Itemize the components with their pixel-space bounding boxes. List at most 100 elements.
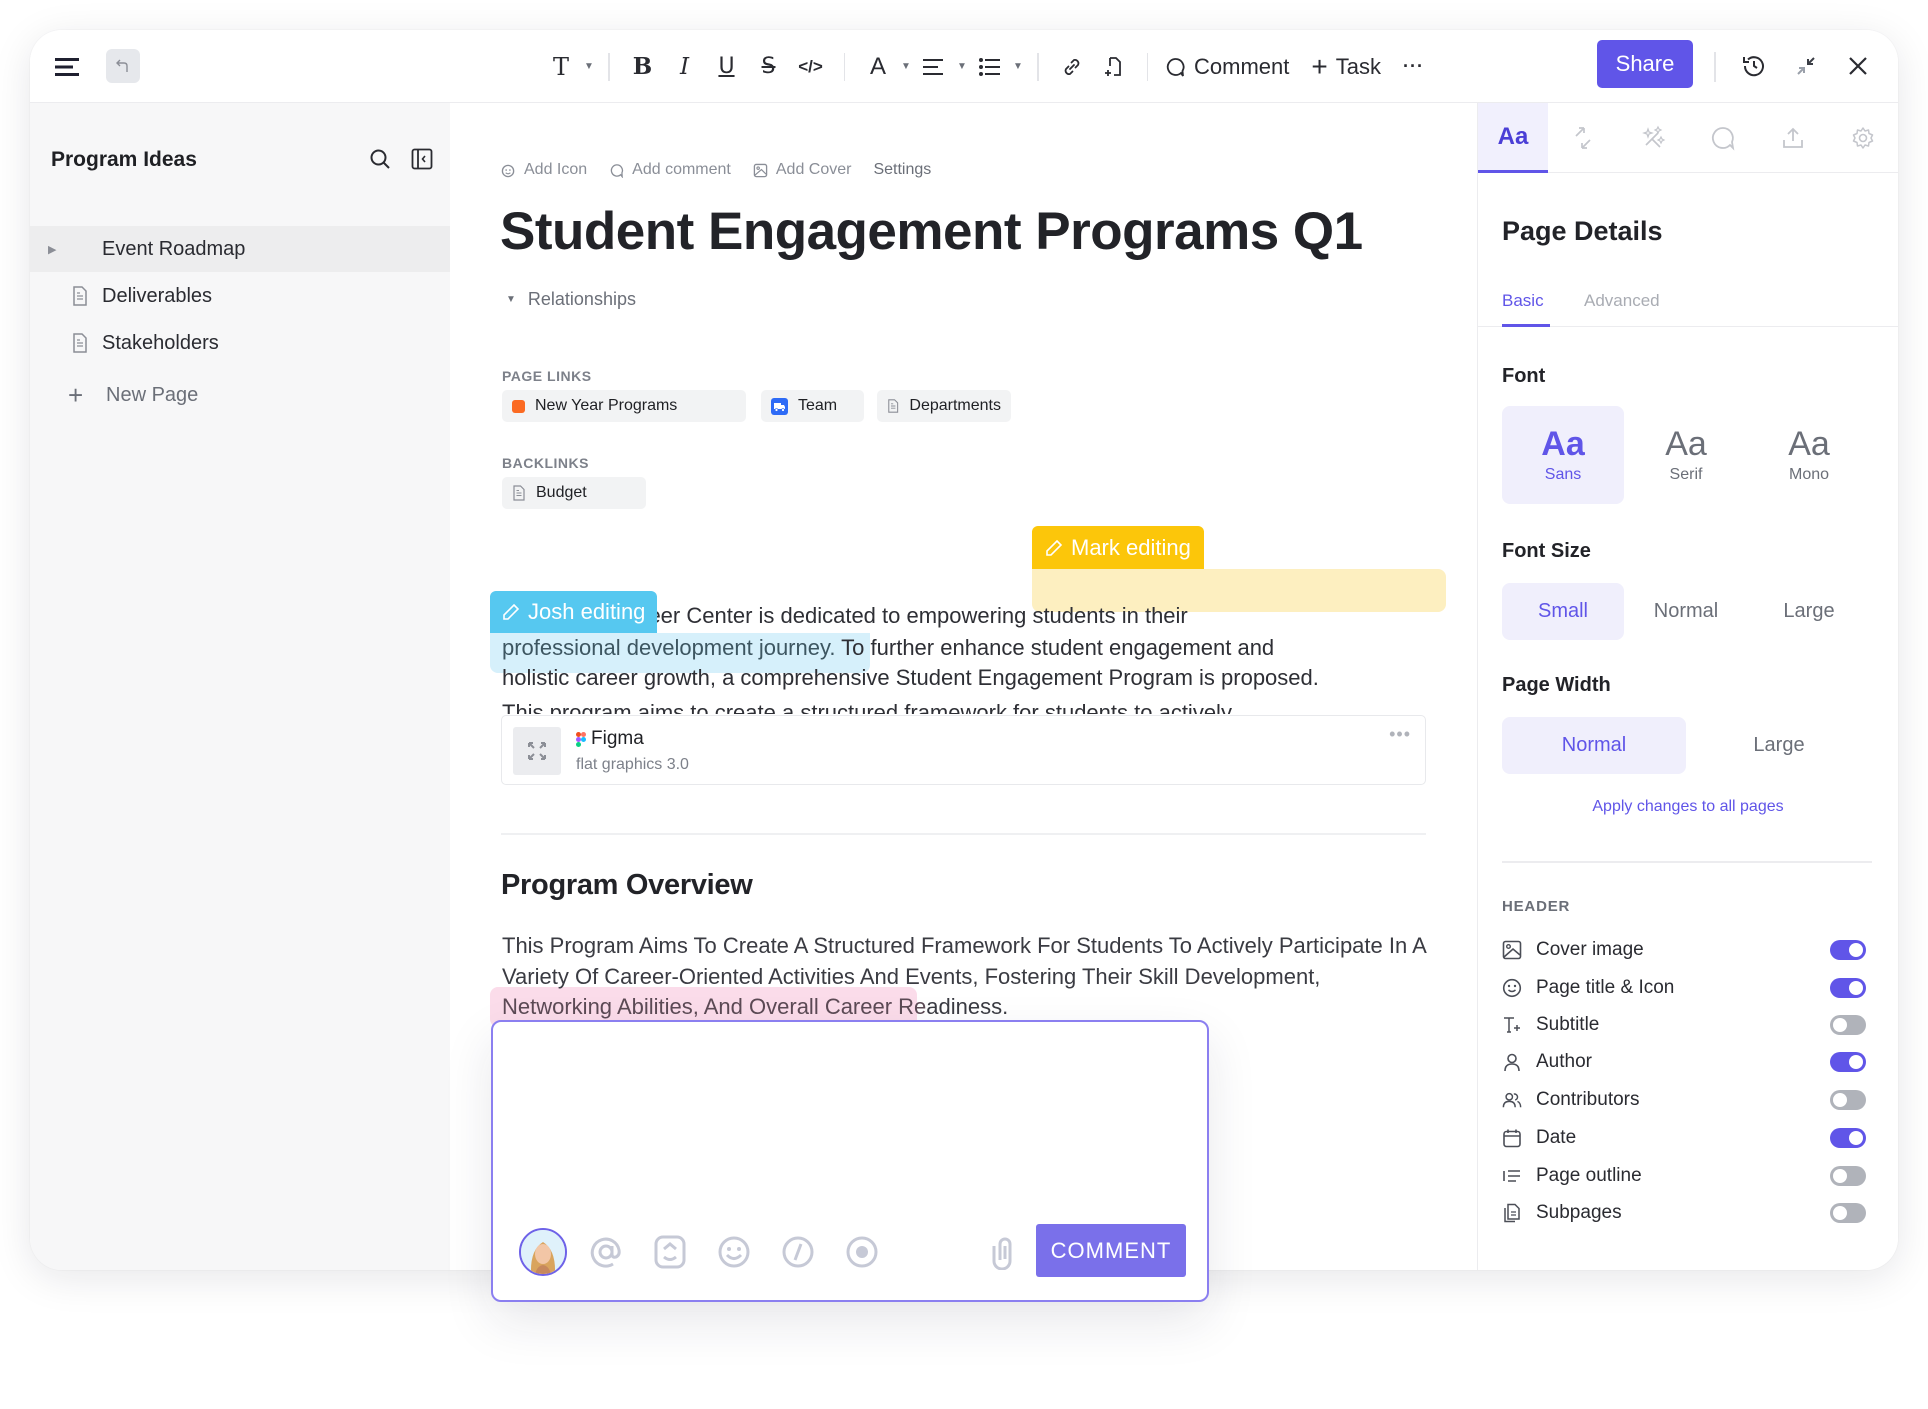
overview-line[interactable]: Variety Of Career-Oriented Activities An… [502,961,1320,992]
sidebar-item-stakeholders[interactable]: Stakeholders [30,320,450,366]
smiley-plus-icon [501,164,515,177]
add-task-button[interactable]: + Task [1311,52,1381,81]
toggle-switch[interactable] [1830,1166,1866,1186]
text-style-dropdown[interactable]: ▼ [582,61,596,72]
add-comment-button[interactable]: Add comment [609,161,731,179]
add-cover-button[interactable]: Add Cover [753,161,851,179]
font-color-button[interactable]: A [857,47,899,87]
avatar[interactable] [519,1228,567,1276]
emoji-button[interactable] [709,1227,759,1277]
overview-text: adiness. [926,994,1009,1019]
comment-input[interactable] [511,1036,1191,1206]
page-width-large[interactable]: Large [1687,717,1871,774]
add-icon-button[interactable]: Add Icon [501,161,587,179]
code-button[interactable]: </> [790,47,832,87]
paragraph-line[interactable]: holistic career growth, a comprehensive … [502,662,1319,693]
tab-settings[interactable] [1828,103,1898,173]
section-heading[interactable]: Program Overview [501,869,753,902]
toggle-switch[interactable] [1830,1128,1866,1148]
tab-text-format[interactable]: Aa [1478,103,1548,173]
page-width-normal[interactable]: Normal [1502,717,1686,774]
sidebar-collapse-icon [411,148,433,170]
record-button[interactable] [837,1227,887,1277]
tab-ai-magic[interactable] [1618,103,1688,173]
link-button[interactable] [1051,47,1093,87]
attach-button[interactable] [980,1227,1030,1277]
list-button[interactable] [969,47,1011,87]
strikethrough-button[interactable]: S [748,47,790,87]
divider [843,52,845,81]
page-link-new-year-programs[interactable]: New Year Programs [502,390,746,422]
list-dropdown[interactable]: ▼ [1011,61,1025,72]
minimize-button[interactable] [1788,48,1824,84]
expand-embed-button[interactable] [513,727,561,775]
page-settings-button[interactable]: Settings [873,161,931,179]
relationships-toggle[interactable]: ▼ Relationships [506,289,636,310]
tab-export[interactable] [1758,103,1828,173]
font-option-serif[interactable]: Aa Serif [1625,406,1747,504]
font-size-large[interactable]: Large [1748,583,1870,640]
history-icon [1743,56,1764,77]
backlink-budget[interactable]: Budget [502,477,646,509]
subtab-advanced[interactable]: Advanced [1584,291,1660,327]
text-style-button[interactable]: T [540,47,582,87]
close-button[interactable] [1840,48,1876,84]
sidebar-collapse-button[interactable] [408,145,436,173]
italic-button[interactable]: I [664,47,706,87]
toggle-switch[interactable] [1830,940,1866,960]
paragraph-line[interactable]: professional development journey. To fur… [502,632,1274,663]
apply-to-all-pages-link[interactable]: Apply changes to all pages [1478,798,1898,816]
page-link-team[interactable]: Team [761,390,864,422]
page-link-departments[interactable]: Departments [877,390,1011,422]
tab-comments[interactable] [1688,103,1758,173]
font-option-sans[interactable]: Aa Sans [1502,406,1624,504]
back-button[interactable] [106,49,140,83]
font-sample: Aa [1788,425,1830,463]
upload-button[interactable] [645,1227,695,1277]
font-name: Mono [1788,466,1830,483]
toggle-label: Page title & Icon [1536,977,1675,998]
overview-line[interactable]: Networking Abilities, And Overall Career… [502,991,1008,1022]
toggle-switch[interactable] [1830,1015,1866,1035]
insert-page-button[interactable] [1093,47,1135,87]
mention-button[interactable] [581,1227,631,1277]
comment-button[interactable]: Comment [1164,54,1289,80]
toggle-switch[interactable] [1830,1090,1866,1110]
align-button[interactable] [913,47,955,87]
team-icon [771,397,788,415]
bold-button[interactable]: B [622,47,664,87]
ellipsis-icon: ··· [1402,56,1424,76]
page-link-label: Departments [909,397,1001,414]
figma-embed-card[interactable]: Figma flat graphics 3.0 ••• [501,715,1426,785]
close-icon [1849,57,1867,75]
toggle-switch[interactable] [1830,1203,1866,1223]
more-options-button[interactable]: ··· [1403,56,1424,77]
font-size-small[interactable]: Small [1502,583,1624,640]
font-size-normal[interactable]: Normal [1625,583,1747,640]
underline-button[interactable]: U [706,47,748,87]
new-page-button[interactable]: + New Page [30,372,450,418]
toggle-switch[interactable] [1830,978,1866,998]
submit-comment-button[interactable]: COMMENT [1036,1224,1186,1277]
paragraph-line[interactable]: Career Center is dedicated to empowering… [613,600,1188,631]
font-color-dropdown[interactable]: ▼ [899,61,913,72]
expand-triangle-icon[interactable]: ▶ [48,243,56,256]
sidebar-item-event-roadmap[interactable]: ▶ Event Roadmap [30,226,450,272]
toggle-switch[interactable] [1830,1052,1866,1072]
embed-subtitle: flat graphics 3.0 [576,756,689,773]
sidebar-item-deliverables[interactable]: Deliverables [30,273,450,319]
subtab-basic[interactable]: Basic [1502,291,1550,327]
overview-line[interactable]: This Program Aims To Create A Structured… [502,930,1427,961]
history-button[interactable] [1736,48,1772,84]
page-title[interactable]: Student Engagement Programs Q1 [500,201,1363,262]
sidebar-search-button[interactable] [366,145,394,173]
share-button[interactable]: Share [1597,40,1693,88]
add-icon-label: Add Icon [524,161,588,178]
align-dropdown[interactable]: ▼ [955,61,969,72]
menu-button[interactable] [52,30,84,103]
document-icon [73,333,87,353]
slash-command-button[interactable] [773,1227,823,1277]
embed-more-button[interactable]: ••• [1389,724,1411,745]
tab-relationships[interactable] [1548,103,1618,173]
font-option-mono[interactable]: Aa Mono [1748,406,1870,504]
